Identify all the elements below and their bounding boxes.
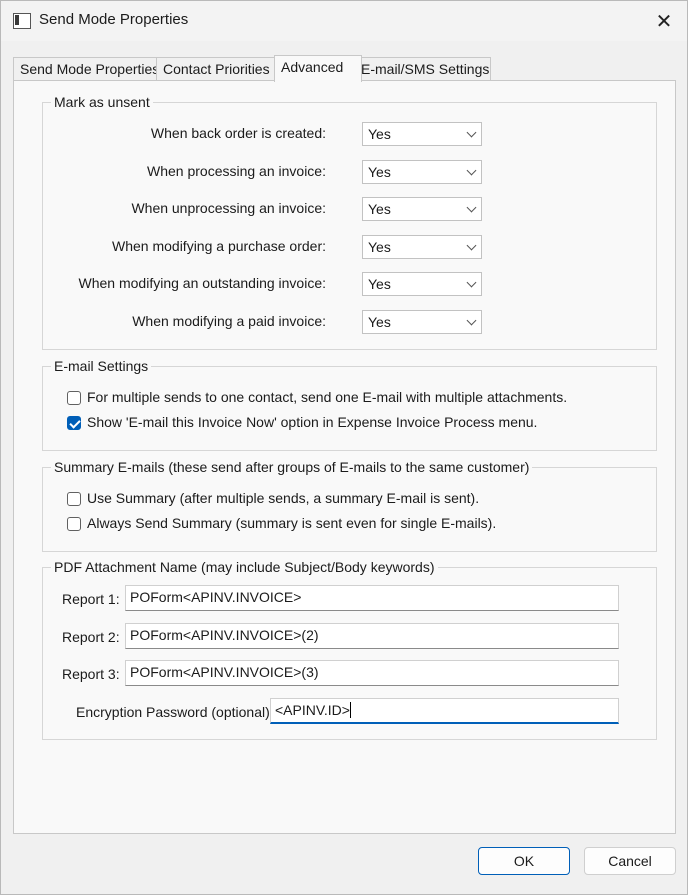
encryption-password-input[interactable]: <APINV.ID> [270,698,619,724]
report-3-label: Report 3: [62,666,120,682]
report-1-input[interactable]: POForm<APINV.INVOICE> [125,585,619,611]
title-bar: Send Mode Properties ✕ [1,1,687,41]
summary-emails-legend: Summary E-mails (these send after groups… [51,459,533,475]
chevron-down-icon [466,277,477,288]
multiple-attachments-label: For multiple sends to one contact, send … [87,389,568,405]
encryption-password-label: Encryption Password (optional): [76,704,274,720]
tab-email-sms-settings[interactable]: E-mail/SMS Settings [354,57,491,80]
chevron-down-icon [466,240,477,251]
report-1-label: Report 1: [62,591,120,607]
modifying-outstanding-label: When modifying an outstanding invoice: [78,275,326,291]
modifying-paid-select[interactable]: Yes [362,310,482,334]
mark-unsent-group: Mark as unsent When back order is create… [42,94,657,350]
encryption-password-value: <APINV.ID> [275,702,350,718]
processing-invoice-label: When processing an invoice: [147,163,326,179]
email-now-option-label: Show 'E-mail this Invoice Now' option in… [87,414,538,430]
cancel-button[interactable]: Cancel [584,847,676,875]
report-2-label: Report 2: [62,629,120,645]
back-order-label: When back order is created: [150,125,326,141]
email-settings-legend: E-mail Settings [51,358,152,374]
chevron-down-icon [466,315,477,326]
dialog-window: Send Mode Properties ✕ Send Mode Propert… [0,0,688,895]
email-now-option-checkbox[interactable] [67,416,81,430]
always-send-summary-checkbox[interactable] [67,517,81,531]
modifying-outstanding-select[interactable]: Yes [362,272,482,296]
chevron-down-icon [466,165,477,176]
tab-send-mode-properties[interactable]: Send Mode Properties [13,57,159,80]
advanced-panel: Mark as unsent When back order is create… [13,80,676,834]
close-icon[interactable]: ✕ [641,1,687,41]
ok-button[interactable]: OK [478,847,570,875]
unprocessing-invoice-label: When unprocessing an invoice: [131,200,326,216]
tab-contact-priorities[interactable]: Contact Priorities [156,57,276,80]
pdf-attachment-legend: PDF Attachment Name (may include Subject… [51,559,438,575]
back-order-select[interactable]: Yes [362,122,482,146]
modifying-po-label: When modifying a purchase order: [112,238,326,254]
multiple-attachments-checkbox[interactable] [67,391,81,405]
processing-invoice-select[interactable]: Yes [362,160,482,184]
unprocessing-invoice-select[interactable]: Yes [362,197,482,221]
tab-advanced[interactable]: Advanced [274,55,362,82]
modifying-po-select[interactable]: Yes [362,235,482,259]
text-caret [349,702,351,718]
mark-unsent-legend: Mark as unsent [51,94,153,110]
pdf-attachment-group: PDF Attachment Name (may include Subject… [42,559,657,740]
always-send-summary-label: Always Send Summary (summary is sent eve… [87,515,497,531]
chevron-down-icon [466,127,477,138]
email-settings-group: E-mail Settings For multiple sends to on… [42,358,657,451]
use-summary-label: Use Summary (after multiple sends, a sum… [87,490,480,506]
use-summary-checkbox[interactable] [67,492,81,506]
modifying-paid-label: When modifying a paid invoice: [132,313,326,329]
report-2-input[interactable]: POForm<APINV.INVOICE>(2) [125,623,619,649]
report-3-input[interactable]: POForm<APINV.INVOICE>(3) [125,660,619,686]
chevron-down-icon [466,202,477,213]
summary-emails-group: Summary E-mails (these send after groups… [42,459,657,552]
app-icon [13,13,31,29]
window-title: Send Mode Properties [39,11,189,28]
